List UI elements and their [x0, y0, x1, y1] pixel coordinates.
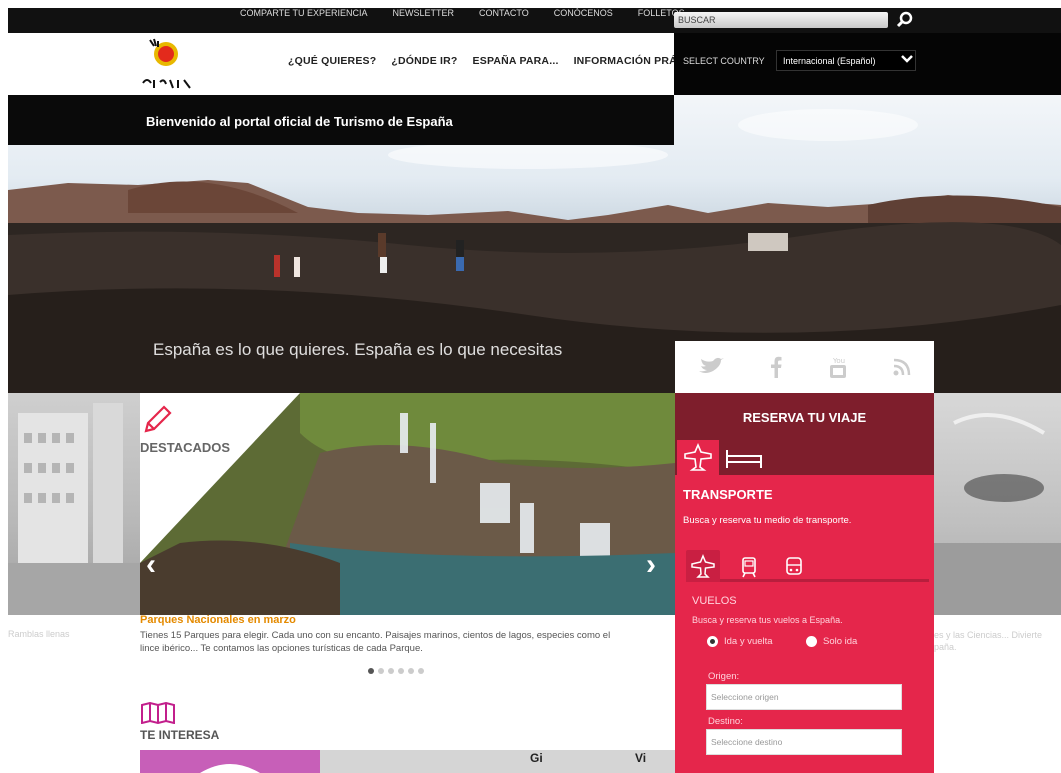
carousel-prev-photo [8, 393, 140, 615]
carousel-dot[interactable] [388, 668, 394, 674]
featured-image [140, 393, 675, 615]
tab-transporte[interactable] [677, 440, 719, 475]
chevron-down-icon[interactable] [900, 53, 914, 65]
search-input[interactable]: BUSCAR [674, 12, 888, 28]
link-contacto[interactable]: CONTACTO [479, 8, 529, 18]
country-select[interactable]: Internacional (Español) [776, 50, 916, 71]
nav-espana-para[interactable]: ESPAÑA PARA... [473, 55, 559, 67]
next-caption: es y las Ciencias... Divierte paña. [934, 630, 1043, 652]
link-newsletter[interactable]: NEWSLETTER [393, 8, 455, 18]
rss-icon[interactable] [892, 357, 912, 377]
tab-vuelos[interactable] [686, 550, 720, 582]
link-conocenos[interactable]: CONÓCENOS [554, 8, 613, 18]
featured-title[interactable]: Parques Nacionales en marzo [140, 614, 296, 626]
radio-ida-vuelta[interactable]: Ida y vuelta [707, 636, 773, 647]
nav-donde-ir[interactable]: ¿DÓNDE IR? [391, 55, 457, 67]
plane-icon [684, 442, 712, 471]
origen-input[interactable]: Seleccione origen [706, 684, 902, 710]
train-icon[interactable] [740, 556, 758, 578]
logo[interactable] [140, 36, 200, 92]
youtube-icon[interactable]: You [828, 355, 848, 379]
interesa-tile[interactable]: Gi Vi [320, 750, 675, 773]
facebook-icon[interactable] [769, 356, 783, 378]
hero-tagline: España es lo que quieres. España es lo q… [153, 340, 563, 359]
carousel-next-photo [934, 393, 1061, 615]
featured-text: Tienes 15 Parques para elegir. Cada uno … [140, 630, 611, 654]
nav-que-quieres[interactable]: ¿QUÉ QUIERES? [288, 55, 376, 67]
book-icon [141, 702, 175, 724]
carousel-dot[interactable] [378, 668, 384, 674]
carousel-dot[interactable] [418, 668, 424, 674]
svg-text:You: You [832, 357, 845, 365]
main-nav: ¿QUÉ QUIERES? ¿DÓNDE IR? ESPAÑA PARA... … [288, 55, 710, 67]
transporte-title: TRANSPORTE [683, 487, 773, 502]
top-links: COMPARTE TU EXPERIENCIA NEWSLETTER CONTA… [240, 0, 685, 25]
destino-label: Destino: [708, 716, 743, 727]
welcome-text: Bienvenido al portal oficial de Turismo … [146, 114, 453, 129]
bus-icon[interactable] [785, 556, 803, 578]
carousel-dot[interactable] [368, 668, 374, 674]
transport-mode-tabs [686, 548, 929, 582]
bed-icon[interactable] [725, 446, 763, 470]
twitter-icon[interactable] [697, 357, 725, 377]
te-interesa-label: TE INTERESA [140, 728, 220, 742]
carousel-dots [368, 668, 424, 674]
destino-input[interactable]: Seleccione destino [706, 729, 902, 755]
plane-icon [691, 554, 715, 578]
origen-label: Origen: [708, 671, 740, 682]
transporte-desc: Busca y reserva tu medio de transporte. [683, 515, 852, 526]
search-icon [896, 11, 913, 28]
carousel-dot[interactable] [408, 668, 414, 674]
search-button[interactable] [894, 10, 916, 30]
vuelos-desc: Busca y reserva tus vuelos a España. [692, 615, 843, 625]
link-comparte[interactable]: COMPARTE TU EXPERIENCIA [240, 8, 368, 18]
interesa-tile[interactable] [140, 750, 320, 773]
carousel-dot[interactable] [398, 668, 404, 674]
carousel-next-button[interactable]: › [646, 548, 656, 582]
vuelos-title: VUELOS [692, 595, 737, 607]
prev-caption: Ramblas llenas [8, 629, 70, 639]
social-bar: You [675, 341, 934, 393]
select-country-label: SELECT COUNTRY [683, 56, 765, 66]
radio-solo-ida[interactable]: Solo ida [806, 636, 857, 647]
pencil-icon [144, 405, 172, 433]
reserva-title: RESERVA TU VIAJE [742, 410, 867, 425]
radio-button[interactable] [806, 636, 817, 647]
radio-button[interactable] [707, 636, 718, 647]
destacados-label: DESTACADOS [140, 440, 231, 455]
espana-logo-icon [142, 38, 191, 89]
carousel-prev-button[interactable]: ‹ [146, 548, 156, 582]
